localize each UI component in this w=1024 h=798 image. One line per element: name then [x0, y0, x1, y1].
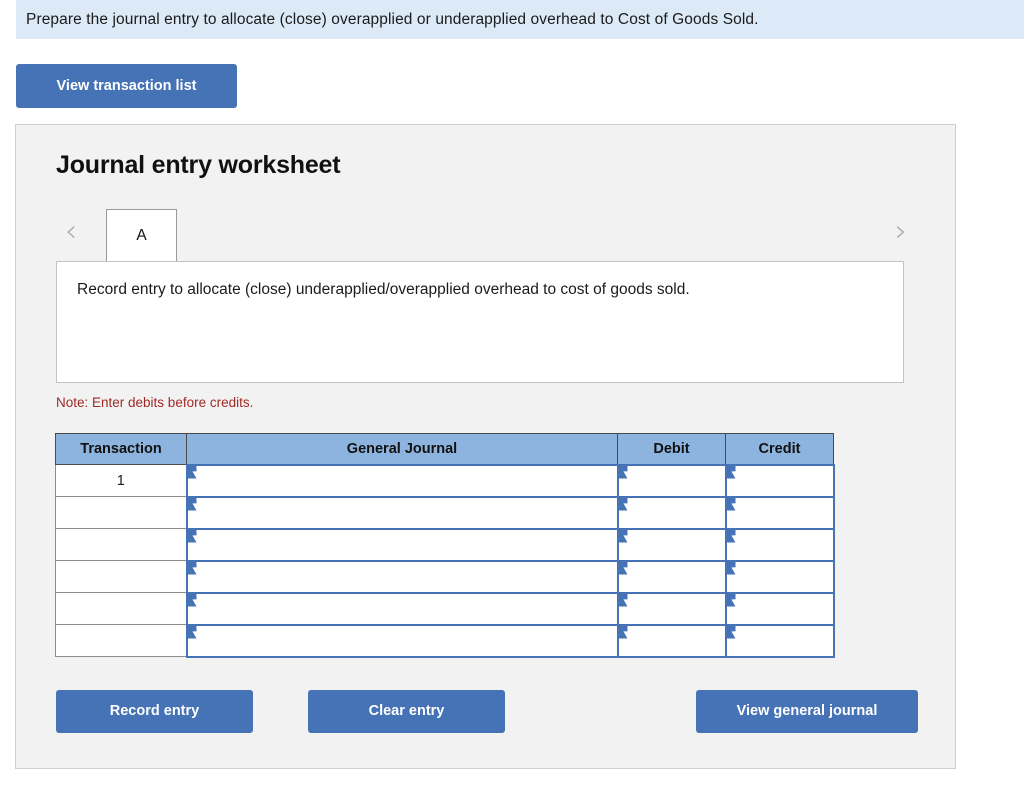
journal-entry-table: Transaction General Journal Debit Credit…: [55, 433, 835, 658]
dropdown-flag-icon: [618, 529, 628, 543]
worksheet-tab-strip: ‹ A ›: [16, 205, 955, 265]
question-prompt-text: Prepare the journal entry to allocate (c…: [26, 10, 759, 28]
dropdown-flag-icon: [187, 625, 197, 639]
dropdown-flag-icon: [187, 561, 197, 575]
journal-entry-table-body: 1: [55, 463, 835, 658]
table-header-row: Transaction General Journal Debit Credit: [55, 433, 834, 465]
table-row: 1: [55, 463, 835, 498]
dropdown-flag-icon: [726, 465, 736, 479]
debit-amount-field-1[interactable]: [616, 463, 727, 498]
general-journal-account-field-3[interactable]: [185, 527, 619, 562]
entry-description-box: Record entry to allocate (close) underap…: [56, 261, 904, 383]
dropdown-flag-icon: [187, 497, 197, 511]
column-header-credit: Credit: [725, 433, 834, 465]
debit-amount-field-5[interactable]: [616, 591, 727, 626]
credit-amount-field-3[interactable]: [724, 527, 835, 562]
debit-amount-field-2[interactable]: [616, 495, 727, 530]
column-header-general-journal: General Journal: [186, 433, 618, 465]
table-row: [55, 527, 835, 562]
dropdown-flag-icon: [618, 561, 628, 575]
transaction-number-cell: [55, 592, 187, 625]
dropdown-flag-icon: [726, 625, 736, 639]
debit-amount-field-3[interactable]: [616, 527, 727, 562]
transaction-number-cell: [55, 528, 187, 561]
dropdown-flag-icon: [618, 465, 628, 479]
debits-before-credits-note: Note: Enter debits before credits.: [56, 395, 254, 410]
transaction-number-cell: [55, 624, 187, 657]
credit-amount-field-4[interactable]: [724, 559, 835, 594]
table-row: [55, 591, 835, 626]
dropdown-flag-icon: [187, 465, 197, 479]
page-title: Journal entry worksheet: [56, 151, 341, 179]
clear-entry-button[interactable]: Clear entry: [308, 690, 505, 733]
dropdown-flag-icon: [618, 625, 628, 639]
table-row: [55, 495, 835, 530]
dropdown-flag-icon: [187, 593, 197, 607]
general-journal-account-field-6[interactable]: [185, 623, 619, 658]
dropdown-flag-icon: [726, 593, 736, 607]
column-header-transaction: Transaction: [55, 433, 187, 465]
record-entry-button[interactable]: Record entry: [56, 690, 253, 733]
general-journal-account-field-1[interactable]: [185, 463, 619, 498]
general-journal-account-field-5[interactable]: [185, 591, 619, 626]
journal-entry-worksheet-panel: Journal entry worksheet ‹ A › Record ent…: [15, 124, 956, 769]
general-journal-account-field-4[interactable]: [185, 559, 619, 594]
credit-amount-field-5[interactable]: [724, 591, 835, 626]
credit-amount-field-6[interactable]: [724, 623, 835, 658]
transaction-number-cell: [55, 496, 187, 529]
entry-description-text: Record entry to allocate (close) underap…: [77, 281, 690, 298]
dropdown-flag-icon: [726, 529, 736, 543]
dropdown-flag-icon: [187, 529, 197, 543]
view-transaction-list-button[interactable]: View transaction list: [16, 64, 237, 108]
column-header-debit: Debit: [617, 433, 726, 465]
transaction-number-cell: [55, 560, 187, 593]
tab-a[interactable]: A: [106, 209, 177, 261]
general-journal-account-field-2[interactable]: [185, 495, 619, 530]
credit-amount-field-1[interactable]: [724, 463, 835, 498]
next-tab-chevron-icon[interactable]: ›: [888, 217, 914, 247]
question-prompt-banner: Prepare the journal entry to allocate (c…: [16, 0, 1024, 39]
table-row: [55, 559, 835, 594]
table-row: [55, 623, 835, 658]
credit-amount-field-2[interactable]: [724, 495, 835, 530]
transaction-number-cell: 1: [55, 464, 187, 497]
view-general-journal-button[interactable]: View general journal: [696, 690, 918, 733]
debit-amount-field-4[interactable]: [616, 559, 727, 594]
previous-tab-chevron-icon[interactable]: ‹: [58, 217, 84, 247]
debit-amount-field-6[interactable]: [616, 623, 727, 658]
dropdown-flag-icon: [726, 497, 736, 511]
dropdown-flag-icon: [618, 497, 628, 511]
dropdown-flag-icon: [618, 593, 628, 607]
dropdown-flag-icon: [726, 561, 736, 575]
